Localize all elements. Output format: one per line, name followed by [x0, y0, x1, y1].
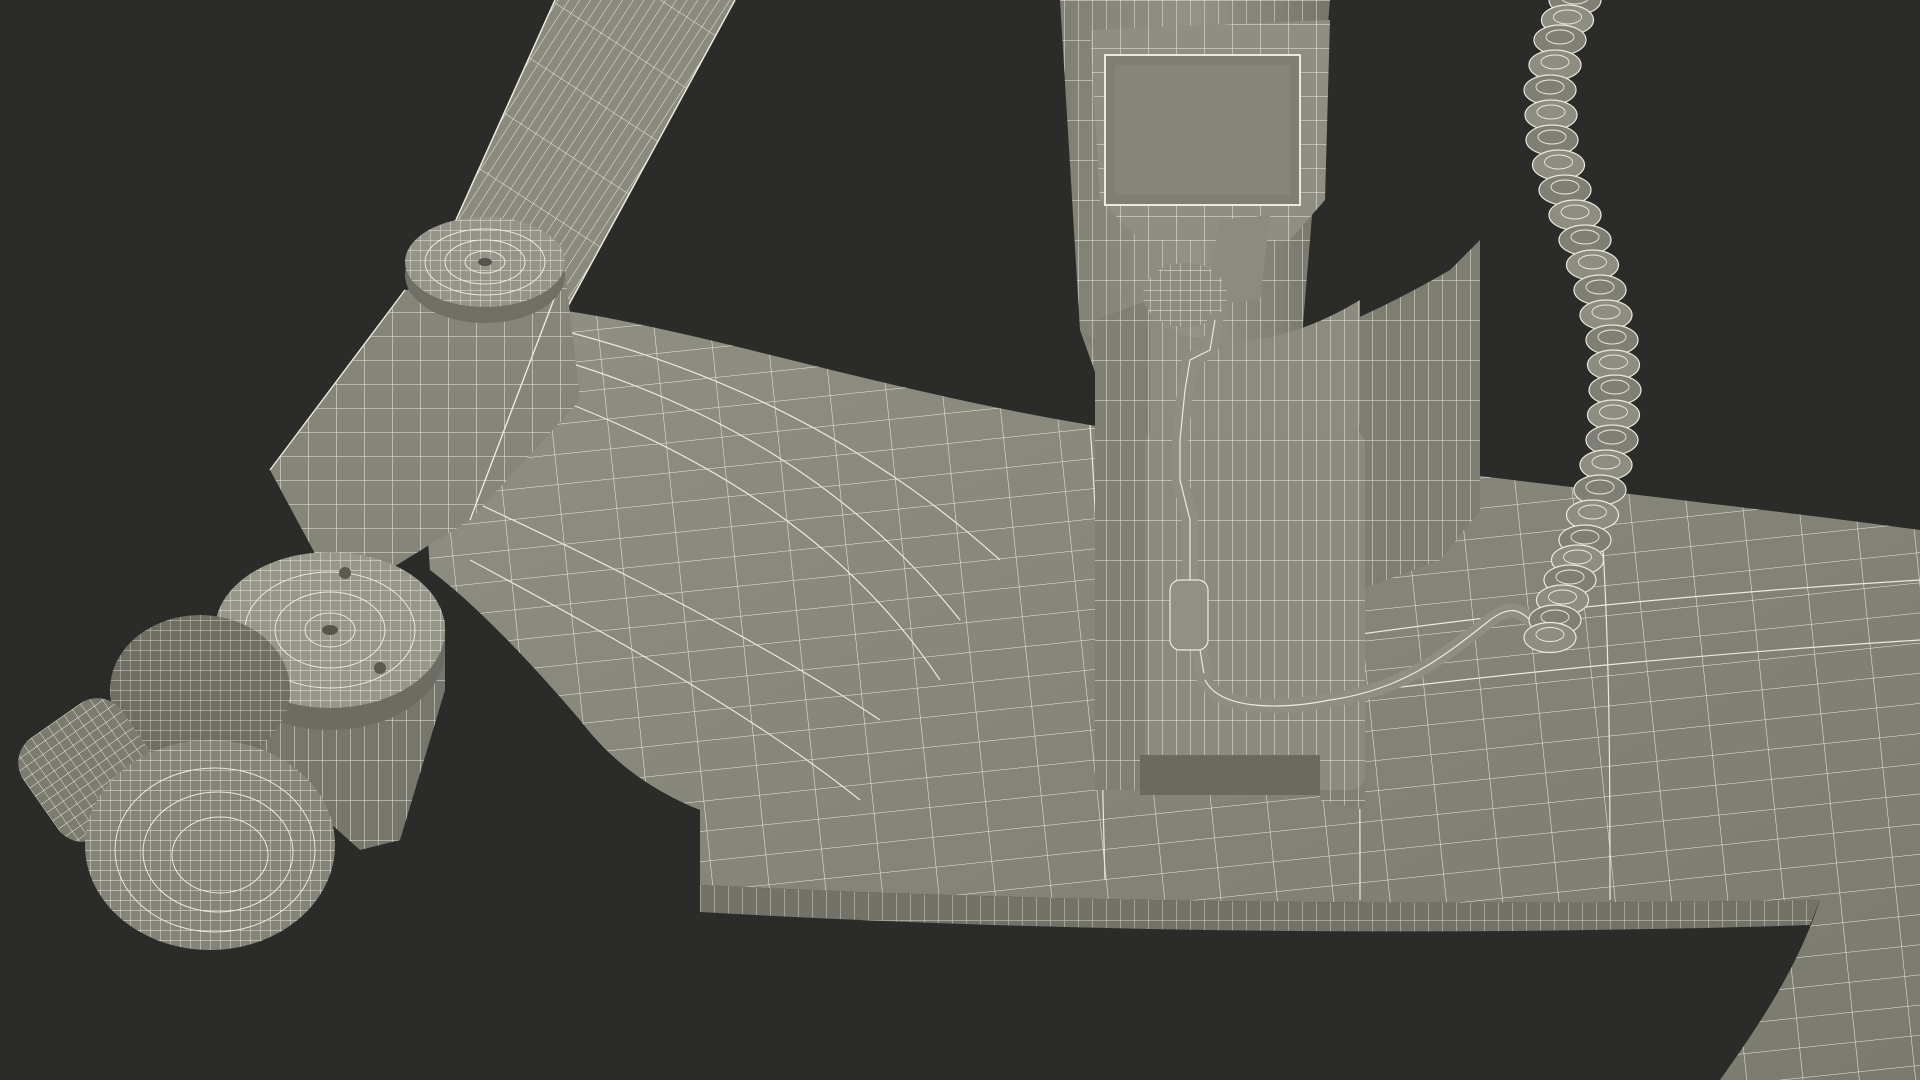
coil-segment — [1523, 621, 1577, 654]
wireframe-render-scene — [0, 0, 1920, 1080]
top-pivot — [405, 217, 565, 323]
control-housing — [1090, 20, 1330, 240]
